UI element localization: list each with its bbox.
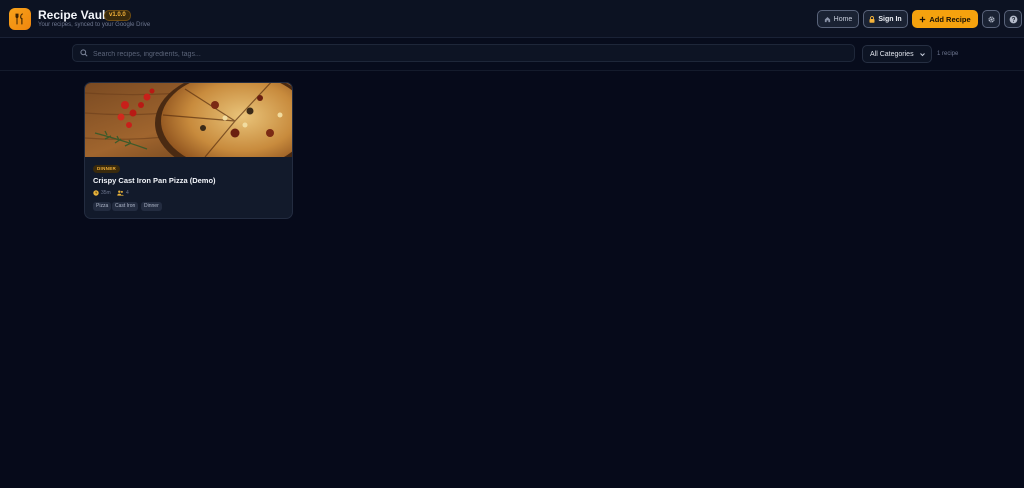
add-recipe-button[interactable]: Add Recipe [912,10,978,28]
search-input[interactable] [91,45,845,63]
recipe-time-value: 35m [101,190,111,196]
add-recipe-label: Add Recipe [929,14,971,24]
recipe-title: Crispy Cast Iron Pan Pizza (Demo) [93,176,216,185]
recipe-tag[interactable]: Pizza [93,202,112,211]
recipe-tag[interactable]: Dinner [141,202,162,211]
version-badge: v1.0.0 [104,10,131,21]
category-select-value: All Categories [870,50,914,58]
help-icon [1009,15,1017,23]
home-button[interactable]: Home [817,10,859,28]
users-icon [117,190,124,196]
recipe-tag[interactable]: Cast Iron [112,202,139,211]
recipe-servings: 4 [117,190,129,196]
category-select[interactable]: All Categories [862,45,932,63]
app-title: Recipe Vault [38,8,110,22]
search-box[interactable] [72,44,855,63]
recipe-count: 1 recipe [937,51,959,57]
recipe-time: 35m [93,190,111,196]
recipe-servings-value: 4 [126,190,129,196]
clock-icon [93,190,99,196]
lock-icon [869,15,875,23]
recipe-card[interactable]: DINNER Crispy Cast Iron Pan Pizza (Demo)… [84,82,293,219]
help-button[interactable] [1004,10,1022,28]
search-icon [80,49,88,57]
recipe-image [85,83,292,157]
app-subtitle: Your recipes, synced to your Google Driv… [38,22,151,28]
signin-button[interactable]: Sign In [863,10,908,28]
app-header: Recipe Vault v1.0.0 Your recipes, synced… [0,0,1024,38]
settings-button[interactable] [982,10,1000,28]
plus-icon [920,16,926,22]
home-button-label: Home [833,15,853,23]
utensils-icon [9,8,31,30]
gear-icon [987,15,995,23]
home-icon [824,16,830,22]
signin-button-label: Sign In [878,15,902,23]
category-badge: DINNER [93,165,121,173]
chevron-down-icon [920,53,925,57]
